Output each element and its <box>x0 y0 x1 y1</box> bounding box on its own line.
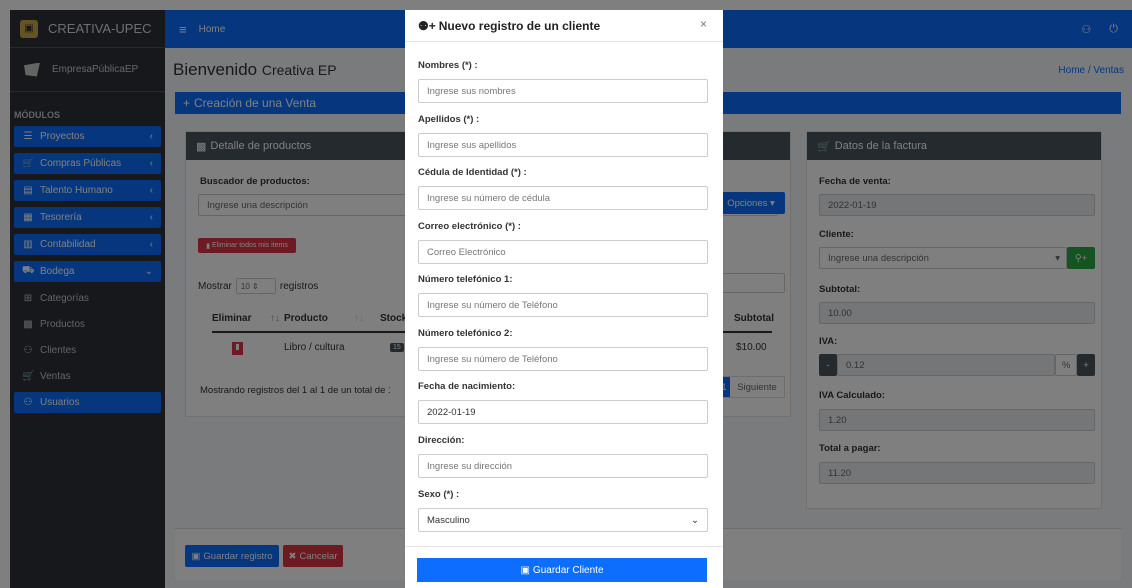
nuevo-cliente-modal: ⚉+ Nuevo registro de un cliente × Nombre… <box>405 10 723 588</box>
telefono2-input[interactable]: Ingrese su número de Teléfono <box>418 347 708 371</box>
nacimiento-label: Fecha de nacimiento: <box>418 381 516 392</box>
close-icon[interactable]: × <box>700 17 707 31</box>
modal-footer-divider <box>405 546 723 547</box>
telefono2-group: Número telefónico 2: Ingrese su número d… <box>418 328 708 371</box>
guardar-cliente-label: Guardar Cliente <box>532 564 604 576</box>
direccion-group: Dirección: Ingrese su dirección <box>418 435 708 478</box>
correo-group: Correo electrónico (*) : Correo Electrón… <box>418 221 708 264</box>
guardar-cliente-button[interactable]: ▣ Guardar Cliente <box>417 558 707 582</box>
telefono1-group: Número telefónico 1: Ingrese su número d… <box>418 274 708 317</box>
cedula-input[interactable]: Ingrese su número de cédula <box>418 186 708 210</box>
nacimiento-group: Fecha de nacimiento: 2022-01-19 <box>418 381 708 424</box>
user-plus-icon: ⚉+ <box>418 18 436 33</box>
nombres-input[interactable]: Ingrese sus nombres <box>418 79 708 103</box>
cedula-label: Cédula de Identidad (*) : <box>418 167 527 178</box>
telefono1-label: Número telefónico 1: <box>418 274 513 285</box>
nombres-group: Nombres (*) : Ingrese sus nombres <box>418 60 708 103</box>
apellidos-label: Apellidos (*) : <box>418 114 480 125</box>
modal-header: ⚉+ Nuevo registro de un cliente × <box>405 10 723 42</box>
chevron-down-icon: ⌄ <box>691 514 699 526</box>
sexo-value: Masculino <box>427 514 470 526</box>
cedula-group: Cédula de Identidad (*) : Ingrese su núm… <box>418 167 708 210</box>
apellidos-group: Apellidos (*) : Ingrese sus apellidos <box>418 114 708 157</box>
correo-label: Correo electrónico (*) : <box>418 221 521 232</box>
save-icon: ▣ <box>520 564 530 576</box>
apellidos-input[interactable]: Ingrese sus apellidos <box>418 133 708 157</box>
telefono2-label: Número telefónico 2: <box>418 328 513 339</box>
nacimiento-input[interactable]: 2022-01-19 <box>418 400 708 424</box>
direccion-label: Dirección: <box>418 435 465 446</box>
sexo-label: Sexo (*) : <box>418 489 460 500</box>
direccion-input[interactable]: Ingrese su dirección <box>418 454 708 478</box>
telefono1-input[interactable]: Ingrese su número de Teléfono <box>418 293 708 317</box>
nombres-label: Nombres (*) : <box>418 60 478 71</box>
modal-title: Nuevo registro de un cliente <box>438 18 601 33</box>
sexo-group: Sexo (*) : Masculino ⌄ <box>418 489 708 532</box>
correo-input[interactable]: Correo Electrónico <box>418 240 708 264</box>
sexo-select[interactable]: Masculino ⌄ <box>418 508 708 532</box>
